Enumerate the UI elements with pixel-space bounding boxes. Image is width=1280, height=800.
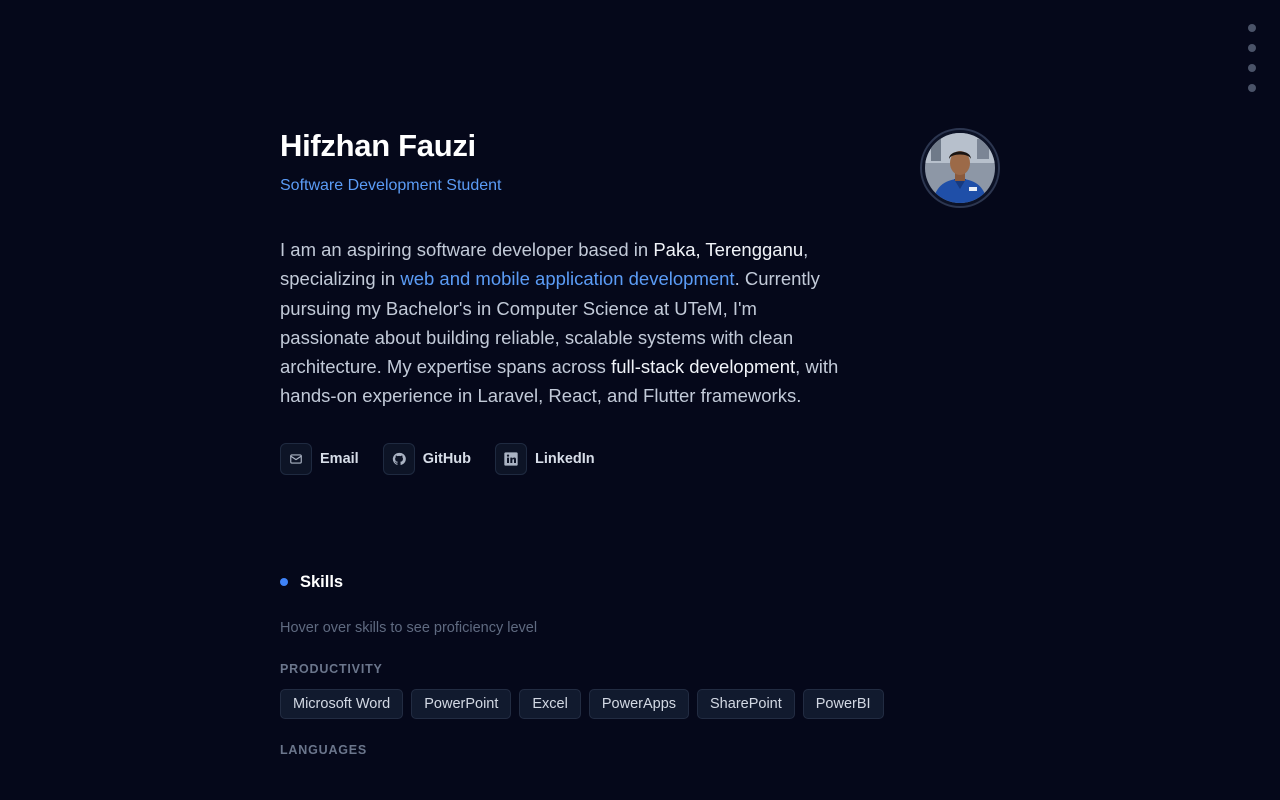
category-label-productivity: PRODUCTIVITY (280, 661, 383, 676)
profile-role: Software Development Student (280, 177, 502, 194)
skills-hint: Hover over skills to see proficiency lev… (280, 619, 538, 636)
nav-dot-3[interactable] (1248, 64, 1256, 72)
profile-name: Hifzhan Fauzi (280, 128, 476, 163)
email-link[interactable]: Email (280, 442, 359, 475)
linkedin-icon (495, 442, 528, 475)
skill-chip[interactable]: Excel (519, 688, 581, 719)
skill-chip[interactable]: PowerPoint (411, 688, 512, 719)
skill-chip[interactable]: SharePoint (697, 688, 795, 719)
email-label: Email (320, 450, 359, 467)
nav-dot-4[interactable] (1248, 84, 1256, 92)
github-label: GitHub (422, 450, 472, 467)
nav-dot-2[interactable] (1248, 44, 1256, 52)
skills-title: Skills (300, 572, 344, 591)
avatar (920, 128, 1000, 208)
skills-section-header: Skills (280, 573, 1000, 592)
profile-photo (925, 133, 995, 203)
github-link[interactable]: GitHub (382, 442, 472, 475)
social-links: Email GitHub LinkedIn (280, 442, 1000, 475)
main-content: Hifzhan Fauzi Software Development Stude… (280, 0, 1000, 757)
section-dot-nav (1248, 24, 1256, 92)
linkedin-label: LinkedIn (535, 450, 595, 467)
bio-paragraph: I am an aspiring software developer base… (280, 235, 850, 411)
bio-expertise: full-stack development (611, 356, 796, 378)
skill-chip[interactable]: PowerBI (802, 688, 884, 719)
portfolio-page: Hifzhan Fauzi Software Development Stude… (0, 0, 1280, 800)
bio-text-1: I am an aspiring software developer base… (280, 239, 654, 260)
skill-chip[interactable]: PowerApps (588, 688, 690, 719)
github-icon (382, 442, 415, 475)
mail-icon (280, 442, 312, 475)
skill-chip[interactable]: Microsoft Word (280, 688, 404, 719)
section-bullet (280, 578, 288, 587)
bio-location: Paka, Terengganu (653, 239, 804, 260)
nav-dot-1[interactable] (1248, 24, 1256, 32)
linkedin-link[interactable]: LinkedIn (495, 442, 595, 475)
productivity-chips: Microsoft Word PowerPoint Excel PowerApp… (280, 688, 1000, 719)
hero-section: Hifzhan Fauzi Software Development Stude… (280, 0, 1000, 208)
category-label-languages: LANGUAGES (280, 742, 368, 757)
bio-focus-link[interactable]: web and mobile application development (400, 268, 734, 289)
